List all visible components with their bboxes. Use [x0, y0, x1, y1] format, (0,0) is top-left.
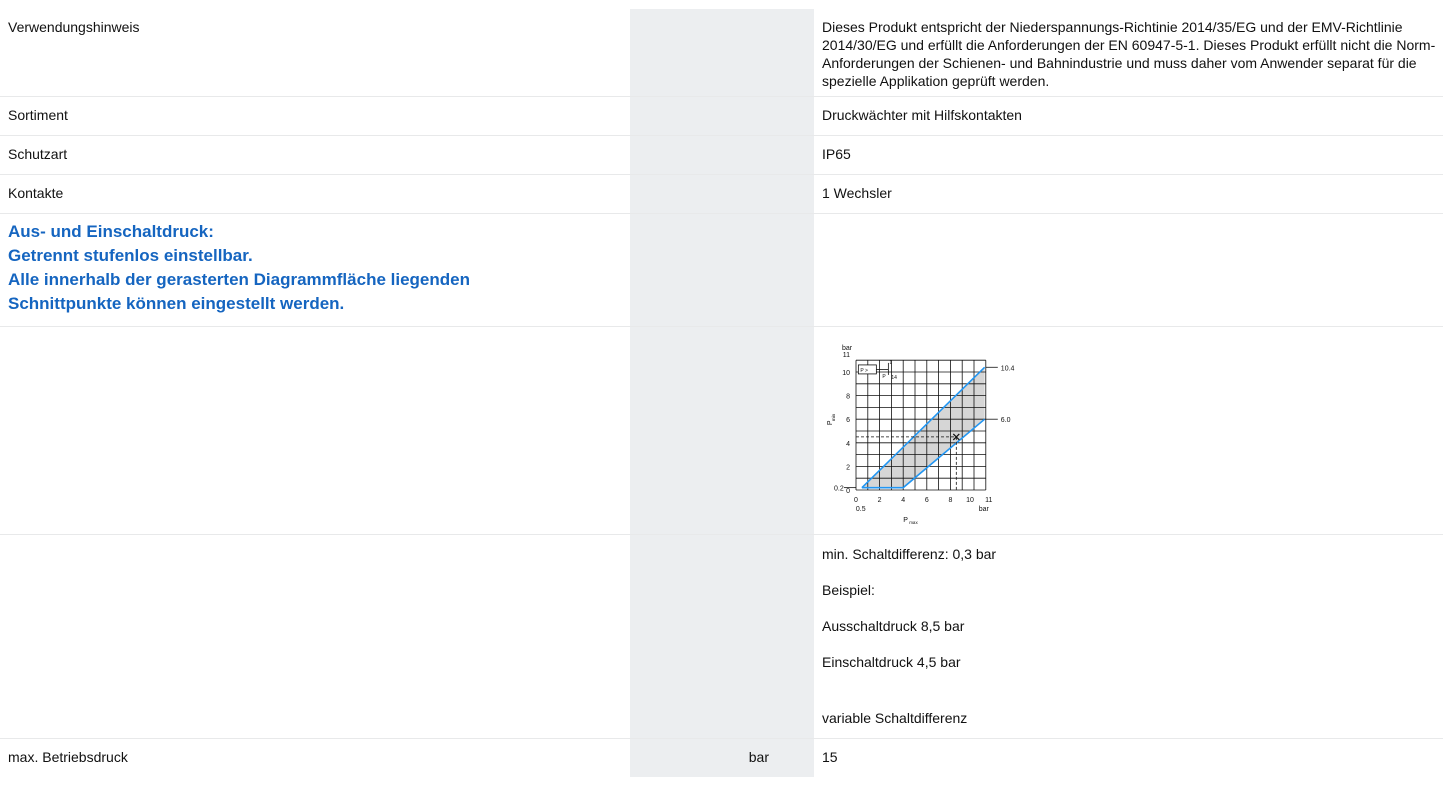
x-tick-label: 6 — [925, 497, 929, 504]
table-row-variable: variable Schaltdifferenz — [0, 700, 1443, 739]
example-label — [0, 535, 630, 701]
table-row-diagram: P > P 14 1 bar 0 2 4 6 8 10 11 0.2 Pmin 0 2 4 6 8 10 11 0.5 ba… — [0, 326, 1443, 535]
y-axis-unit: bar — [842, 345, 853, 352]
contacts-unit — [630, 174, 814, 214]
x-tick-label: 0 — [854, 497, 858, 504]
y-tick-label: 6 — [846, 417, 850, 424]
upper-line-label: 10.4 — [1001, 365, 1015, 372]
max-pressure-unit: bar — [630, 738, 814, 777]
diagram-unit — [630, 326, 814, 535]
x-axis-unit: bar — [979, 506, 990, 513]
y-tick-label: 10 — [842, 370, 850, 377]
spec-table: Verwendungshinweis Dieses Produkt entspr… — [0, 9, 1443, 777]
example-line-3: Ausschaltdruck 8,5 bar — [822, 618, 965, 634]
page-heading-clipped — [8, 0, 408, 8]
note-line-1: Aus- und Einschaltdruck: — [8, 222, 214, 241]
table-row-protection: Schutzart IP65 — [0, 135, 1443, 175]
range-value: Druckwächter mit Hilfskontakten — [814, 96, 1443, 136]
y-tick-label: 4 — [846, 441, 850, 448]
x-tick-label: 8 — [948, 497, 952, 504]
note-line-2: Getrennt stufenlos einstellbar. — [8, 246, 253, 265]
y-tick-label: 8 — [846, 394, 850, 401]
contacts-label: Kontakte — [0, 174, 630, 214]
table-row-contacts: Kontakte 1 Wechsler — [0, 174, 1443, 214]
note-value — [814, 213, 1443, 327]
y-tick-label: 11 — [843, 352, 850, 359]
protection-label: Schutzart — [0, 135, 630, 175]
note-line-4: Schnittpunkte können eingestellt werden. — [8, 294, 345, 313]
table-row-max-pressure: max. Betriebsdruck bar 15 — [0, 738, 1443, 777]
variable-value: variable Schaltdifferenz — [814, 700, 1443, 739]
contacts-value: 1 Wechsler — [814, 174, 1443, 214]
usage-value-text: Dieses Produkt entspricht der Niederspan… — [822, 19, 1436, 89]
diagram-label — [0, 326, 630, 535]
table-row-example: min. Schaltdifferenz: 0,3 bar Beispiel: … — [0, 534, 1443, 701]
switch-symbol-sub2: 14 — [891, 375, 897, 381]
range-unit — [630, 96, 814, 136]
example-line-1: min. Schaltdifferenz: 0,3 bar — [822, 546, 997, 562]
table-row-range: Sortiment Druckwächter mit Hilfskontakte… — [0, 96, 1443, 136]
x-tick-label: 4 — [901, 497, 905, 504]
usage-label: Verwendungshinweis — [0, 9, 630, 97]
max-pressure-label: max. Betriebsdruck — [8, 749, 128, 765]
note-line-3: Alle innerhalb der gerasterten Diagrammf… — [8, 270, 470, 289]
diagram-cell: P > P 14 1 bar 0 2 4 6 8 10 11 0.2 Pmin 0 2 4 6 8 10 11 0.5 ba… — [814, 326, 1443, 535]
usage-value: Dieses Produkt entspricht der Niederspan… — [814, 9, 1443, 97]
note-unit — [630, 213, 814, 327]
y-extra-tick-label: 0.2 — [834, 486, 844, 493]
protection-value: IP65 — [814, 135, 1443, 175]
x-axis-label: P — [903, 517, 908, 524]
switch-symbol-sup: 1 — [889, 360, 892, 366]
example-line-2: Beispiel: — [822, 582, 875, 598]
switch-symbol-text: P > — [860, 368, 868, 374]
max-pressure-value: 15 — [822, 749, 838, 765]
usage-unit — [630, 9, 814, 97]
table-row-note: Aus- und Einschaltdruck: Getrennt stufen… — [0, 213, 1443, 327]
x-axis-sub: max — [909, 520, 918, 525]
y-tick-label: 0 — [846, 488, 850, 495]
note-cell: Aus- und Einschaltdruck: Getrennt stufen… — [0, 213, 630, 327]
table-row-usage: Verwendungshinweis Dieses Produkt entspr… — [0, 9, 1443, 97]
example-value: min. Schaltdifferenz: 0,3 bar Beispiel: … — [814, 535, 1443, 701]
y-tick-label: 2 — [846, 464, 850, 471]
x-extra-tick-label: 0.5 — [856, 506, 866, 513]
lower-line-label: 6.0 — [1001, 417, 1011, 424]
variable-unit — [630, 700, 814, 739]
range-label: Sortiment — [0, 96, 630, 136]
x-tick-label: 11 — [985, 497, 992, 504]
y-axis-sub: min — [831, 413, 836, 421]
x-tick-label: 2 — [878, 497, 882, 504]
example-unit — [630, 534, 814, 700]
pressure-diagram: P > P 14 1 bar 0 2 4 6 8 10 11 0.2 Pmin 0 2 4 6 8 10 11 0.5 ba… — [827, 345, 1015, 525]
switch-symbol-sub1: P — [882, 374, 886, 380]
x-tick-label: 10 — [966, 497, 974, 504]
max-pressure-unit-text: bar — [748, 749, 769, 765]
variable-label — [0, 700, 630, 739]
example-line-4: Einschaltdruck 4,5 bar — [822, 654, 961, 670]
protection-unit — [630, 135, 814, 175]
